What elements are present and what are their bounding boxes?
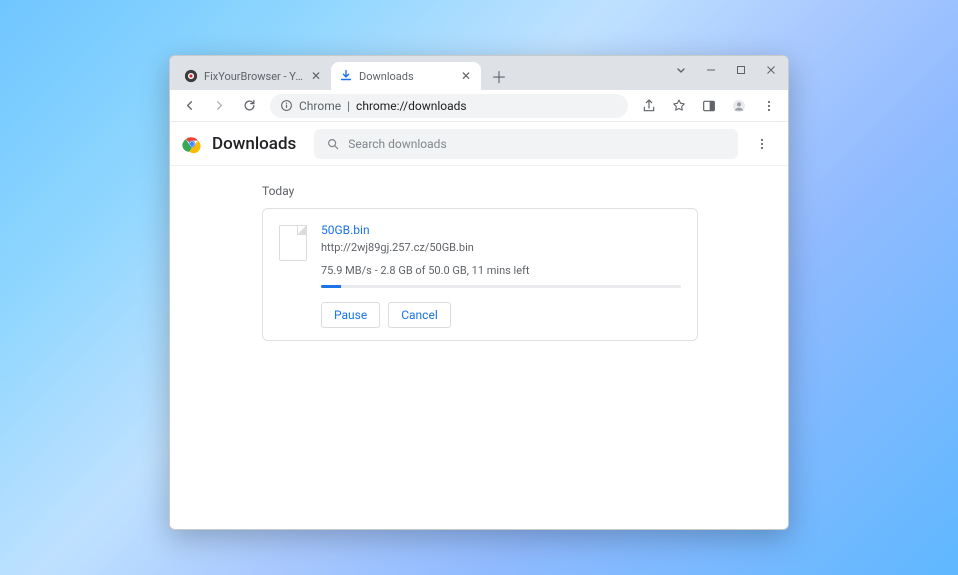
download-info: 50GB.bin http://2wj89gj.257.cz/50GB.bin … [321,223,681,328]
download-filename[interactable]: 50GB.bin [321,223,681,237]
favicon-site-icon [184,69,198,83]
close-window-button[interactable] [756,58,786,82]
downloads-header: Downloads [170,122,788,166]
tab-title: FixYourBrowser - Your Trusted G... [204,70,303,83]
bookmark-icon[interactable] [666,93,692,119]
downloads-content: Today 50GB.bin http://2wj89gj.257.cz/50G… [170,166,788,529]
reload-button[interactable] [236,93,262,119]
chrome-menu-icon[interactable] [756,93,782,119]
tab-active[interactable]: Downloads ✕ [331,62,481,90]
download-item: 50GB.bin http://2wj89gj.257.cz/50GB.bin … [262,208,698,341]
maximize-button[interactable] [726,58,756,82]
new-tab-button[interactable]: ＋ [487,64,511,88]
tab-inactive[interactable]: FixYourBrowser - Your Trusted G... ✕ [176,62,331,90]
tab-search-button[interactable] [666,58,696,82]
search-downloads[interactable] [314,129,738,159]
window-controls [666,58,786,82]
file-icon [279,225,307,261]
minimize-button[interactable] [696,58,726,82]
chrome-logo-icon [182,134,202,154]
browser-window: FixYourBrowser - Your Trusted G... ✕ Dow… [169,55,789,530]
share-icon[interactable] [636,93,662,119]
site-info-icon[interactable] [280,99,293,112]
cancel-button[interactable]: Cancel [388,302,451,328]
toolbar: Chrome | chrome://downloads [170,90,788,122]
back-button[interactable] [176,93,202,119]
download-status: 75.9 MB/s - 2.8 GB of 50.0 GB, 11 mins l… [321,264,681,277]
url-path: chrome://downloads [356,99,467,113]
tab-title: Downloads [359,70,453,83]
close-icon[interactable]: ✕ [459,69,473,83]
download-progress-bar [321,285,341,288]
download-progress [321,285,681,288]
close-icon[interactable]: ✕ [309,69,323,83]
side-panel-icon[interactable] [696,93,722,119]
tabstrip: FixYourBrowser - Your Trusted G... ✕ Dow… [170,56,788,90]
more-actions-icon[interactable] [748,130,776,158]
page-title: Downloads [212,134,296,154]
address-bar[interactable]: Chrome | chrome://downloads [270,94,628,118]
section-label-today: Today [262,184,788,198]
pause-button[interactable]: Pause [321,302,380,328]
download-actions: Pause Cancel [321,302,681,328]
download-source-url: http://2wj89gj.257.cz/50GB.bin [321,241,681,254]
download-icon [339,69,353,83]
search-icon [326,137,340,151]
search-input[interactable] [348,137,726,151]
profile-icon[interactable] [726,93,752,119]
url-prefix: Chrome [299,99,341,113]
forward-button[interactable] [206,93,232,119]
url-separator: | [347,99,350,113]
